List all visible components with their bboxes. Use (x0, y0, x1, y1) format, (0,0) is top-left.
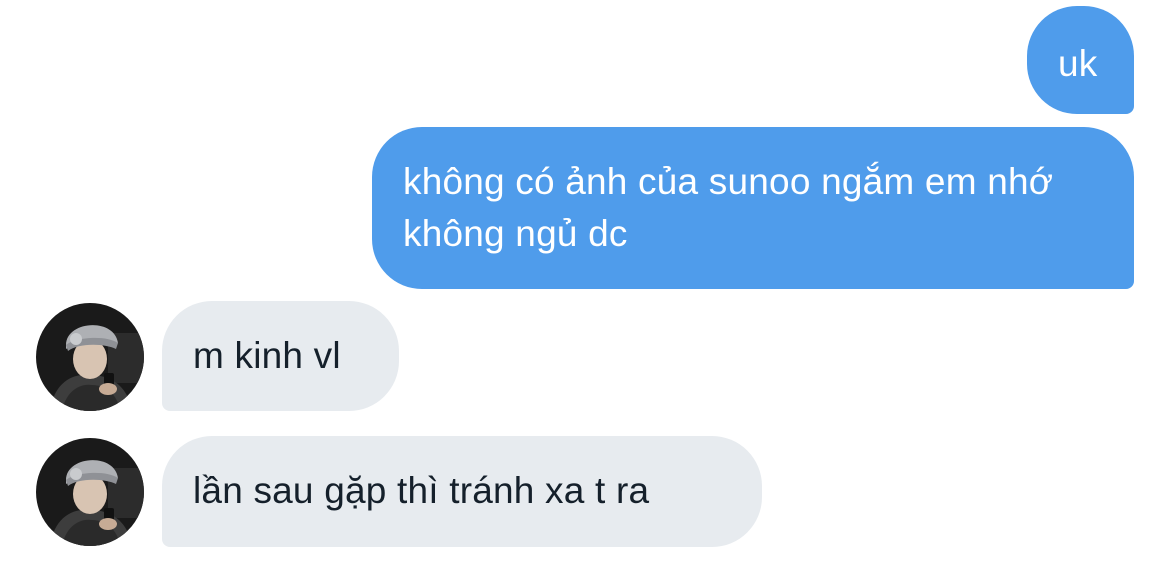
contact-avatar[interactable] (36, 438, 144, 546)
chat-thread: uk không có ảnh của sunoo ngắm em nhớ kh… (0, 0, 1170, 564)
received-message-bubble[interactable]: lần sau gặp thì tránh xa t ra (162, 436, 762, 547)
contact-avatar[interactable] (36, 303, 144, 411)
avatar-photo-icon (36, 303, 144, 411)
message-text: m kinh vl (193, 335, 341, 376)
message-text: lần sau gặp thì tránh xa t ra (193, 470, 650, 511)
message-text: uk (1058, 43, 1098, 84)
message-text: không có ảnh của sunoo ngắm em nhớ không… (403, 161, 1054, 254)
sent-message-bubble[interactable]: không có ảnh của sunoo ngắm em nhớ không… (372, 127, 1134, 289)
sent-message-bubble[interactable]: uk (1027, 6, 1134, 114)
avatar-photo-icon (36, 438, 144, 546)
received-message-bubble[interactable]: m kinh vl (162, 301, 399, 411)
